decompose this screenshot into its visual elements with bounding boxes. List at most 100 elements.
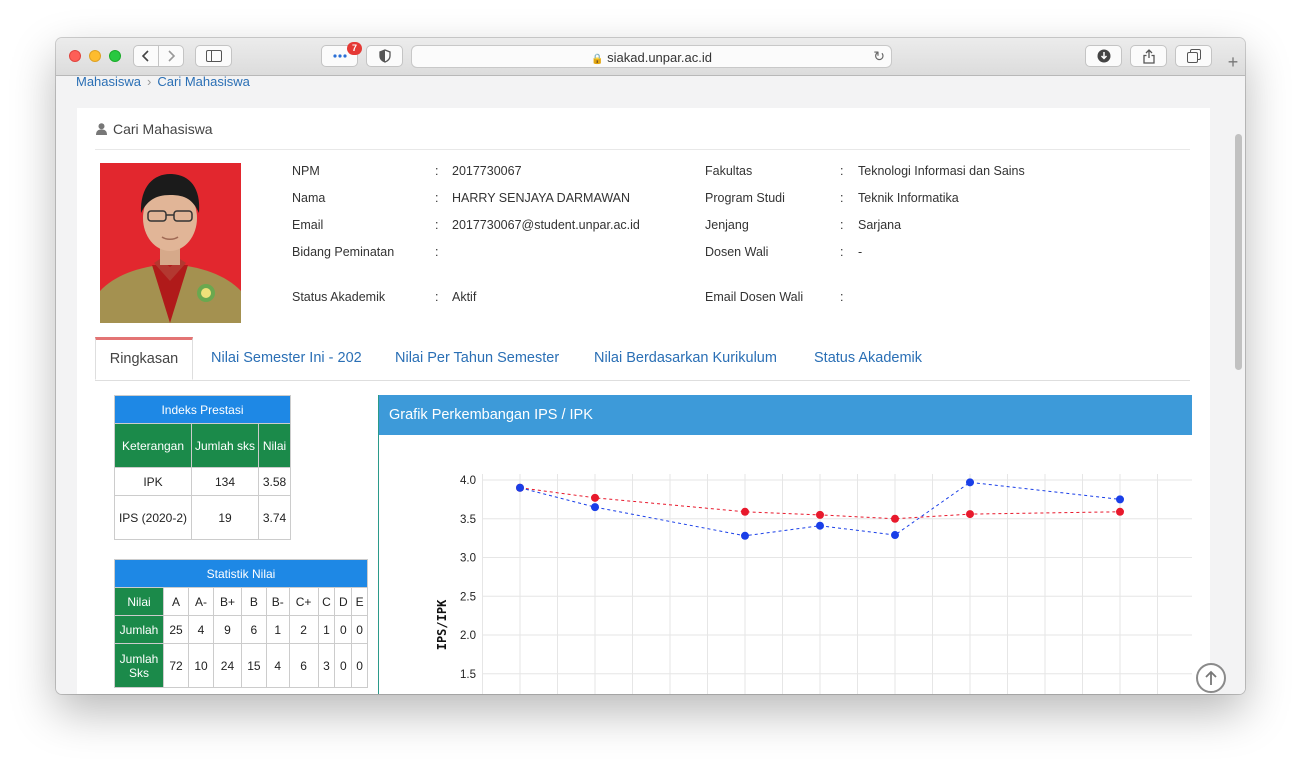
table-cell: 3.58: [258, 467, 291, 496]
breadcrumb-mahasiswa[interactable]: Mahasiswa: [76, 76, 141, 89]
colon: :: [840, 164, 844, 178]
label-fakultas: Fakultas: [705, 164, 753, 178]
data-point: [741, 531, 749, 540]
table-cell: 4: [265, 643, 290, 688]
breadcrumb-separator: ›: [147, 76, 152, 89]
table-cell: 0: [334, 615, 353, 644]
colon: :: [435, 290, 439, 304]
label-email-dosen-wali: Email Dosen Wali: [705, 290, 804, 304]
table-row: IPS (2020-2) 19 3.74: [114, 495, 291, 540]
card-title-text: Cari Mahasiswa: [113, 121, 213, 137]
tab-nilai-semester-ini[interactable]: Nilai Semester Ini - 202: [211, 337, 362, 380]
table-cell: 0: [334, 643, 353, 688]
data-point: [1116, 495, 1124, 504]
table-cell: 3.74: [258, 495, 291, 540]
table-cell: IPK: [114, 467, 192, 496]
chart-title: Grafik Perkembangan IPS / IPK: [379, 395, 1192, 435]
shield-icon: [378, 49, 391, 63]
grade-header: E: [351, 587, 368, 616]
data-point: [591, 493, 599, 502]
value-program-studi: Teknik Informatika: [858, 191, 959, 205]
tab-overview-button[interactable]: [1175, 45, 1212, 67]
breadcrumb-cari-mahasiswa[interactable]: Cari Mahasiswa: [157, 76, 249, 89]
tab-ringkasan[interactable]: Ringkasan: [95, 337, 193, 380]
table-row: IPK 134 3.58: [114, 467, 291, 496]
colon: :: [840, 290, 844, 304]
table-title: Statistik Nilai: [114, 559, 368, 588]
data-point: [1116, 507, 1124, 516]
privacy-shield-button[interactable]: [366, 45, 403, 67]
value-jenjang: Sarjana: [858, 218, 902, 232]
row-header: Nilai: [114, 587, 164, 616]
grade-header: C: [317, 587, 336, 616]
table-cell: 0: [351, 643, 368, 688]
y-tick-label: 1.5: [460, 669, 476, 681]
colon: :: [840, 191, 844, 205]
table-cell: 4: [188, 615, 214, 644]
colon: :: [435, 245, 439, 259]
table-row: Jumlah Sks 72 10 24 15 4 6 3 0 0: [114, 643, 368, 688]
tab-status-akademik[interactable]: Status Akademik: [814, 337, 922, 380]
column-header: Nilai: [258, 423, 291, 468]
tabs-icon: [1186, 49, 1201, 63]
colon: :: [435, 164, 439, 178]
table-title: Indeks Prestasi: [114, 395, 291, 424]
share-button[interactable]: [1130, 45, 1167, 67]
data-point: [966, 478, 974, 487]
y-tick-label: 4.0: [460, 475, 476, 487]
table-cell: 25: [163, 615, 189, 644]
card-title: Cari Mahasiswa: [96, 121, 213, 137]
column-header: Keterangan: [114, 423, 192, 468]
label-email: Email: [292, 218, 324, 232]
arrow-up-icon: [1205, 670, 1217, 685]
chevron-right-icon: [168, 50, 176, 62]
table-cell: 1: [317, 615, 336, 644]
new-tab-button[interactable]: +: [1221, 51, 1245, 75]
colon: :: [840, 218, 844, 232]
sidebar-toggle-button[interactable]: [195, 45, 232, 67]
table-cell: 9: [213, 615, 242, 644]
data-point: [891, 531, 899, 540]
y-tick-label: 3.0: [460, 553, 476, 565]
browser-toolbar: 7 🔒 siakad.unpar.ac.id ↻ +: [56, 38, 1245, 76]
data-point: [591, 503, 599, 512]
ellipsis-icon: [332, 54, 347, 58]
close-window-button[interactable]: [69, 50, 81, 62]
back-button[interactable]: [133, 45, 159, 67]
label-npm: NPM: [292, 164, 320, 178]
reload-icon[interactable]: ↻: [873, 48, 885, 65]
forward-button[interactable]: [158, 45, 184, 67]
address-bar[interactable]: 🔒 siakad.unpar.ac.id ↻: [411, 45, 892, 68]
value-npm: 2017730067: [452, 164, 522, 178]
label-jenjang: Jenjang: [705, 218, 749, 232]
notification-badge: 7: [347, 42, 362, 55]
tab-nilai-berdasarkan-kurikulum[interactable]: Nilai Berdasarkan Kurikulum: [594, 337, 777, 380]
data-point: [966, 510, 974, 519]
y-tick-label: 2.0: [460, 630, 476, 642]
label-nama: Nama: [292, 191, 326, 205]
url-label: siakad.unpar.ac.id: [607, 50, 712, 65]
table-cell: 6: [240, 615, 267, 644]
value-fakultas: Teknologi Informasi dan Sains: [858, 164, 1025, 178]
scrollbar-thumb[interactable]: [1235, 134, 1242, 370]
value-email: 2017730067@student.unpar.ac.id: [452, 218, 640, 232]
table-cell: 1: [265, 615, 290, 644]
table-cell: 2: [288, 615, 319, 644]
grade-header: A-: [188, 587, 214, 616]
zoom-window-button[interactable]: [109, 50, 121, 62]
minimize-window-button[interactable]: [89, 50, 101, 62]
y-tick-label: 2.5: [460, 591, 476, 603]
column-header: Jumlah sks: [191, 423, 259, 468]
scrollbar[interactable]: [1230, 76, 1245, 694]
data-point: [816, 521, 824, 530]
sidebar-icon: [205, 50, 222, 62]
share-icon: [1142, 48, 1155, 64]
grade-header: D: [334, 587, 353, 616]
downloads-button[interactable]: [1085, 45, 1122, 67]
scroll-to-top-button[interactable]: [1196, 663, 1226, 693]
table-cell: 0: [351, 615, 368, 644]
grade-header: B+: [213, 587, 242, 616]
table-cell: 134: [191, 467, 259, 496]
tab-nilai-per-tahun-semester[interactable]: Nilai Per Tahun Semester: [395, 337, 559, 380]
value-nama: HARRY SENJAYA DARMAWAN: [452, 191, 631, 205]
